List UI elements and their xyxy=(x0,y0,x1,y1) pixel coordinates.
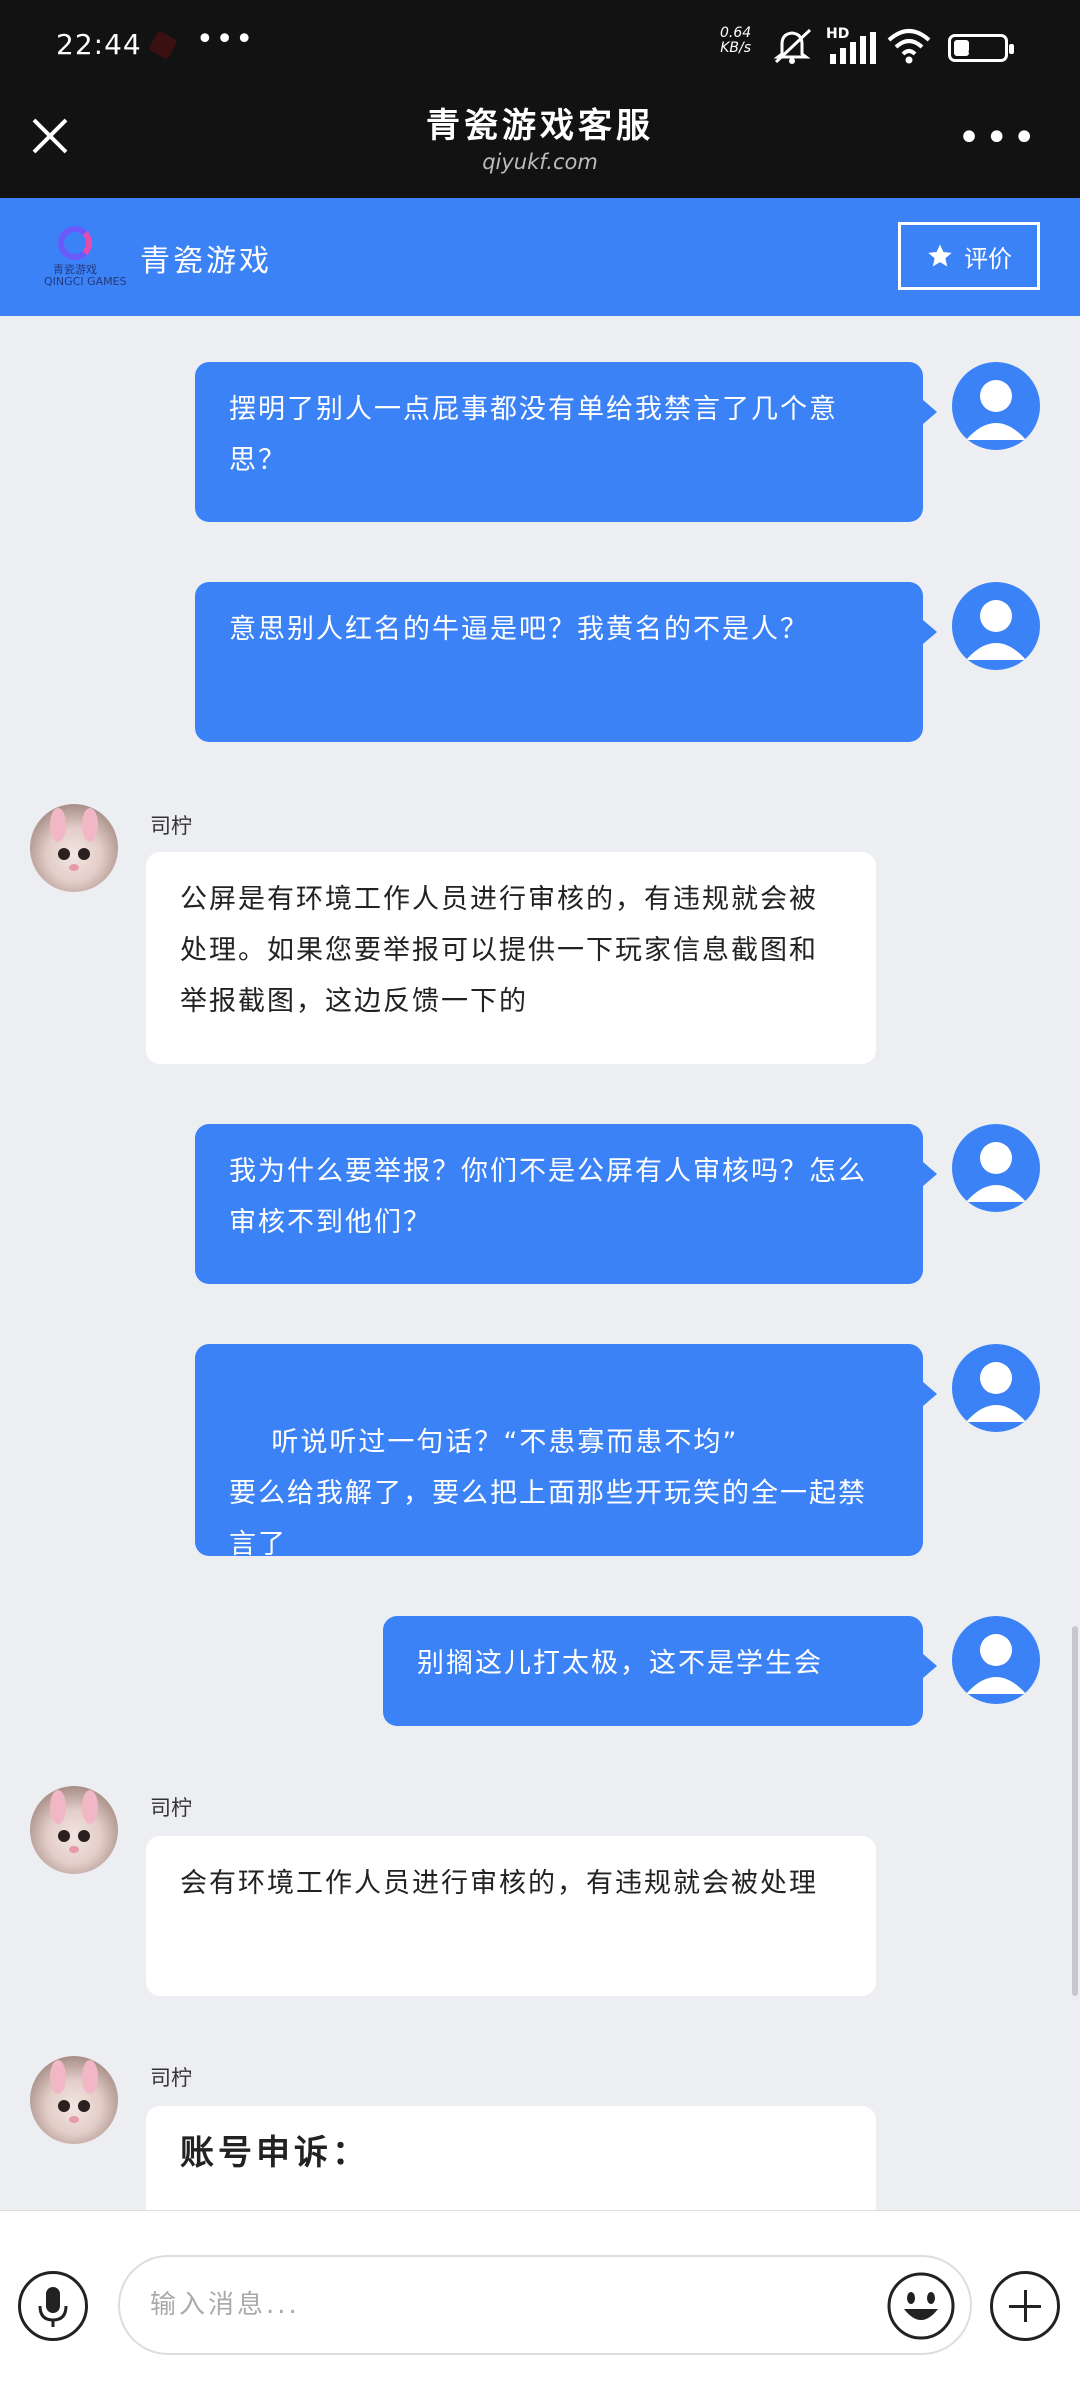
emoji-icon[interactable] xyxy=(886,2271,956,2341)
eye-shape xyxy=(78,2100,90,2112)
battery-icon: 31 xyxy=(948,34,1014,62)
message-input[interactable]: 输入消息... xyxy=(118,2255,972,2355)
message-text: 听说听过一句话？“不患寡而患不均” 要么给我解了，要么把上面那些开玩笑的全一起禁… xyxy=(229,1427,867,1560)
user-message-bubble: 意思别人红名的牛逼是吧？我黄名的不是人？ xyxy=(195,582,937,742)
signal-icon xyxy=(830,32,876,64)
page-title: 青瓷游戏客服 xyxy=(426,106,654,146)
agent-name: 司柠 xyxy=(150,1796,192,1820)
message-text: 公屏是有环境工作人员进行审核的，有违规就会被处理。如果您要举报可以提供一下玩家信… xyxy=(180,884,818,1017)
eye-shape xyxy=(78,848,90,860)
eye-shape xyxy=(58,1830,70,1842)
user-avatar xyxy=(952,1616,1040,1704)
service-name: 青瓷游戏 xyxy=(140,244,272,279)
more-options-button[interactable]: ••• xyxy=(957,118,1040,158)
logo-q-icon xyxy=(58,226,92,260)
ear-shape xyxy=(82,1790,98,1824)
eye-shape xyxy=(78,1830,90,1842)
ear-shape xyxy=(82,808,98,842)
person-icon xyxy=(966,1634,1026,1694)
rate-label: 评价 xyxy=(964,244,1012,273)
user-avatar xyxy=(952,1124,1040,1212)
person-icon xyxy=(966,600,1026,660)
message-text: 会有环境工作人员进行审核的，有违规就会被处理 xyxy=(180,1868,818,1899)
nose-shape xyxy=(69,1846,79,1853)
network-speed: 0.64 KB/s xyxy=(720,25,752,56)
message-text: 账号申诉： xyxy=(180,2133,370,2173)
agent-avatar xyxy=(30,2056,118,2144)
battery-level: 31 xyxy=(967,39,989,57)
ear-shape xyxy=(50,2060,66,2094)
user-avatar xyxy=(952,362,1040,450)
agent-message-bubble: 账号申诉： xyxy=(146,2106,876,2210)
ear-shape xyxy=(82,2060,98,2094)
person-icon xyxy=(966,380,1026,440)
message-text: 我为什么要举报？你们不是公屏有人审核吗？怎么审核不到他们？ xyxy=(229,1156,867,1238)
app-notification-icon xyxy=(147,29,179,61)
ear-shape xyxy=(50,808,66,842)
page-domain: qiyukf.com xyxy=(482,150,598,174)
input-bar: 输入消息... xyxy=(0,2210,1080,2400)
voice-button[interactable] xyxy=(18,2271,88,2341)
rate-button[interactable]: 评价 xyxy=(898,222,1040,290)
nose-shape xyxy=(69,864,79,871)
nose-shape xyxy=(69,2116,79,2123)
star-icon xyxy=(928,244,952,267)
wifi-icon xyxy=(887,29,931,64)
status-bar: 22:44 ••• 0.64 KB/s HD 31 xyxy=(0,0,1080,80)
add-attachment-button[interactable] xyxy=(990,2271,1060,2341)
user-message-bubble: 我为什么要举报？你们不是公屏有人审核吗？怎么审核不到他们？ xyxy=(195,1124,937,1284)
message-text: 意思别人红名的牛逼是吧？我黄名的不是人？ xyxy=(229,614,809,645)
agent-name: 司柠 xyxy=(150,814,192,838)
eye-shape xyxy=(58,848,70,860)
user-message-bubble: 听说听过一句话？“不患寡而患不均” 要么给我解了，要么把上面那些开玩笑的全一起禁… xyxy=(195,1344,937,1560)
agent-avatar xyxy=(30,1786,118,1874)
eye-shape xyxy=(58,2100,70,2112)
mute-icon xyxy=(773,28,812,64)
title-bar: 青瓷游戏客服 qiyukf.com ••• xyxy=(0,80,1080,198)
user-message-bubble: 摆明了别人一点屁事都没有单给我禁言了几个意思？ xyxy=(195,362,937,522)
user-message-bubble: 别搁这儿打太极，这不是学生会 xyxy=(383,1616,937,1726)
service-logo: 青瓷游戏 QINGCI GAMES xyxy=(44,226,127,288)
user-avatar xyxy=(952,582,1040,670)
chat-scrollbar[interactable] xyxy=(1072,1626,1078,1996)
status-time: 22:44 xyxy=(56,28,142,61)
agent-name: 司柠 xyxy=(150,2066,192,2090)
logo-caption: 青瓷游戏 QINGCI GAMES xyxy=(44,263,127,288)
agent-message-bubble: 公屏是有环境工作人员进行审核的，有违规就会被处理。如果您要举报可以提供一下玩家信… xyxy=(146,852,876,1064)
ear-shape xyxy=(50,1790,66,1824)
message-text: 别搁这儿打太极，这不是学生会 xyxy=(417,1648,823,1679)
microphone-icon xyxy=(38,2287,68,2327)
message-text: 摆明了别人一点屁事都没有单给我禁言了几个意思？ xyxy=(229,394,838,476)
agent-message-bubble: 会有环境工作人员进行审核的，有违规就会被处理 xyxy=(146,1836,876,1996)
agent-avatar xyxy=(30,804,118,892)
service-header: 青瓷游戏 QINGCI GAMES 青瓷游戏 评价 xyxy=(0,198,1080,316)
chat-messages[interactable]: 摆明了别人一点屁事都没有单给我禁言了几个意思？ 意思别人红名的牛逼是吧？我黄名的… xyxy=(0,316,1080,2210)
person-icon xyxy=(966,1362,1026,1422)
user-avatar xyxy=(952,1344,1040,1432)
person-icon xyxy=(966,1142,1026,1202)
more-notifications-icon: ••• xyxy=(196,22,256,57)
